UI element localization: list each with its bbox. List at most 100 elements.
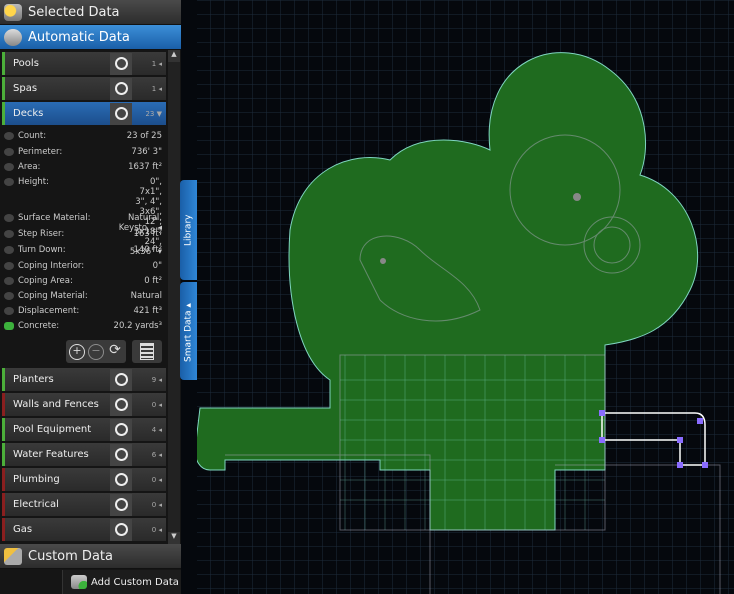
panel-scrollbar[interactable]: ▲ ▼ bbox=[168, 50, 180, 544]
category-row-electrical[interactable]: Electrical 0 ◂ bbox=[2, 493, 166, 516]
category-row-spas[interactable]: Spas 1 ◂ bbox=[2, 77, 166, 100]
detail-value: 20.2 yards³ bbox=[59, 321, 164, 331]
category-label: Plumbing bbox=[13, 474, 60, 485]
detail-value-text: 0 ft² bbox=[144, 276, 162, 286]
detail-value-text: 736' 3" bbox=[131, 147, 162, 157]
add-icon[interactable]: + bbox=[69, 343, 85, 360]
circle-icon bbox=[114, 107, 128, 120]
category-row-decks[interactable]: Decks 23 ▼ bbox=[2, 102, 166, 125]
visibility-toggle[interactable] bbox=[110, 443, 132, 466]
count-value: 1 bbox=[151, 59, 157, 68]
tab-library[interactable]: Library bbox=[180, 180, 197, 280]
status-bar bbox=[2, 393, 5, 416]
count-value: 6 bbox=[151, 450, 157, 459]
count-value: 0 bbox=[151, 500, 157, 509]
detail-row: Coping Interior: 0" bbox=[4, 261, 164, 271]
visibility-toggle[interactable] bbox=[110, 493, 132, 516]
scroll-down-icon[interactable]: ▼ bbox=[168, 532, 180, 544]
category-count[interactable]: 4 ◂ bbox=[132, 426, 166, 434]
category-label: Decks bbox=[13, 108, 44, 119]
fixture-marker[interactable] bbox=[573, 193, 581, 201]
remove-icon[interactable]: − bbox=[88, 343, 104, 360]
add-custom-data-button[interactable]: Add Custom Data bbox=[62, 570, 181, 594]
visibility-toggle[interactable] bbox=[110, 52, 132, 75]
detail-value-text: 1637 ft² bbox=[128, 162, 162, 172]
visibility-toggle[interactable] bbox=[110, 393, 132, 416]
detail-value: 0" bbox=[84, 261, 164, 271]
category-label: Gas bbox=[13, 524, 33, 535]
category-count[interactable]: 1 ◂ bbox=[132, 60, 166, 68]
scroll-up-icon[interactable]: ▲ bbox=[168, 50, 180, 62]
circle-icon bbox=[114, 373, 128, 386]
category-count[interactable]: 23 ▼ bbox=[132, 110, 166, 118]
detail-value: 140 ft² bbox=[66, 245, 164, 255]
detail-value: 163 ft² bbox=[64, 229, 164, 239]
lightbulb-database-icon bbox=[4, 4, 22, 21]
eye-icon[interactable] bbox=[4, 292, 14, 300]
automatic-data-header[interactable]: Automatic Data bbox=[0, 25, 181, 50]
add-database-icon bbox=[71, 575, 87, 589]
gear-database-icon bbox=[4, 29, 22, 46]
tab-smart-data[interactable]: Smart Data ▸ bbox=[180, 282, 197, 380]
status-bar bbox=[2, 518, 5, 541]
count-value: 0 bbox=[151, 525, 157, 534]
pencil-database-icon bbox=[4, 548, 22, 565]
detail-label: Coping Interior: bbox=[18, 261, 85, 271]
detail-value: 421 ft³ bbox=[79, 306, 164, 316]
calculator-icon[interactable] bbox=[140, 343, 154, 360]
detail-value-text: 23 of 25 bbox=[126, 131, 162, 141]
detail-row: Perimeter: 736' 3" bbox=[4, 147, 164, 157]
detail-value-text: 421 ft³ bbox=[133, 306, 162, 316]
detail-value-text: Natural bbox=[130, 291, 162, 301]
circle-icon bbox=[114, 57, 128, 70]
category-row-planters[interactable]: Planters 9 ◂ bbox=[2, 368, 166, 391]
eye-icon[interactable] bbox=[4, 322, 14, 330]
detail-row: Turn Down: 140 ft² bbox=[4, 245, 164, 255]
fixture-marker[interactable] bbox=[380, 258, 386, 264]
eye-icon[interactable] bbox=[4, 163, 14, 171]
eye-icon[interactable] bbox=[4, 307, 14, 315]
status-bar bbox=[2, 102, 5, 125]
category-row-plumbing[interactable]: Plumbing 0 ◂ bbox=[2, 468, 166, 491]
visibility-toggle[interactable] bbox=[110, 418, 132, 441]
visibility-toggle[interactable] bbox=[110, 77, 132, 100]
detail-row: Count: 23 of 25 bbox=[4, 131, 164, 141]
category-count[interactable]: 0 ◂ bbox=[132, 501, 166, 509]
visibility-toggle[interactable] bbox=[110, 518, 132, 541]
category-count[interactable]: 6 ◂ bbox=[132, 451, 166, 459]
category-row-water-features[interactable]: Water Features 6 ◂ bbox=[2, 443, 166, 466]
category-row-pools[interactable]: Pools 1 ◂ bbox=[2, 52, 166, 75]
category-count[interactable]: 0 ◂ bbox=[132, 476, 166, 484]
category-row-walls-and-fences[interactable]: Walls and Fences 0 ◂ bbox=[2, 393, 166, 416]
eye-icon[interactable] bbox=[4, 230, 14, 238]
visibility-toggle[interactable] bbox=[110, 468, 132, 491]
count-value: 23 bbox=[145, 109, 155, 118]
category-count[interactable]: 0 ◂ bbox=[132, 526, 166, 534]
eye-icon[interactable] bbox=[4, 178, 14, 186]
category-label: Electrical bbox=[13, 499, 59, 510]
visibility-toggle[interactable] bbox=[110, 102, 132, 125]
custom-data-header[interactable]: Custom Data bbox=[0, 544, 181, 569]
detail-label: Perimeter: bbox=[18, 147, 63, 157]
category-row-pool-equipment[interactable]: Pool Equipment 4 ◂ bbox=[2, 418, 166, 441]
eye-icon[interactable] bbox=[4, 148, 14, 156]
eye-icon[interactable] bbox=[4, 262, 14, 270]
tab-library-label: Library bbox=[183, 214, 194, 246]
visibility-toggle[interactable] bbox=[110, 368, 132, 391]
circle-icon bbox=[114, 448, 128, 461]
smart-data-panel: Selected Data Automatic Data Pools 1 ◂ Spa… bbox=[0, 0, 181, 594]
eye-icon[interactable] bbox=[4, 246, 14, 254]
selected-data-header[interactable]: Selected Data bbox=[0, 0, 181, 25]
detail-value: Natural bbox=[88, 291, 164, 301]
eye-icon[interactable] bbox=[4, 132, 14, 140]
eye-icon[interactable] bbox=[4, 214, 14, 222]
design-canvas[interactable] bbox=[197, 0, 734, 594]
detail-label: Turn Down: bbox=[18, 245, 66, 255]
category-label: Spas bbox=[13, 83, 38, 94]
category-row-gas[interactable]: Gas 0 ◂ bbox=[2, 518, 166, 541]
category-count[interactable]: 0 ◂ bbox=[132, 401, 166, 409]
eye-icon[interactable] bbox=[4, 277, 14, 285]
category-count[interactable]: 1 ◂ bbox=[132, 85, 166, 93]
refresh-icon[interactable]: ⟳ bbox=[107, 343, 123, 360]
category-count[interactable]: 9 ◂ bbox=[132, 376, 166, 384]
